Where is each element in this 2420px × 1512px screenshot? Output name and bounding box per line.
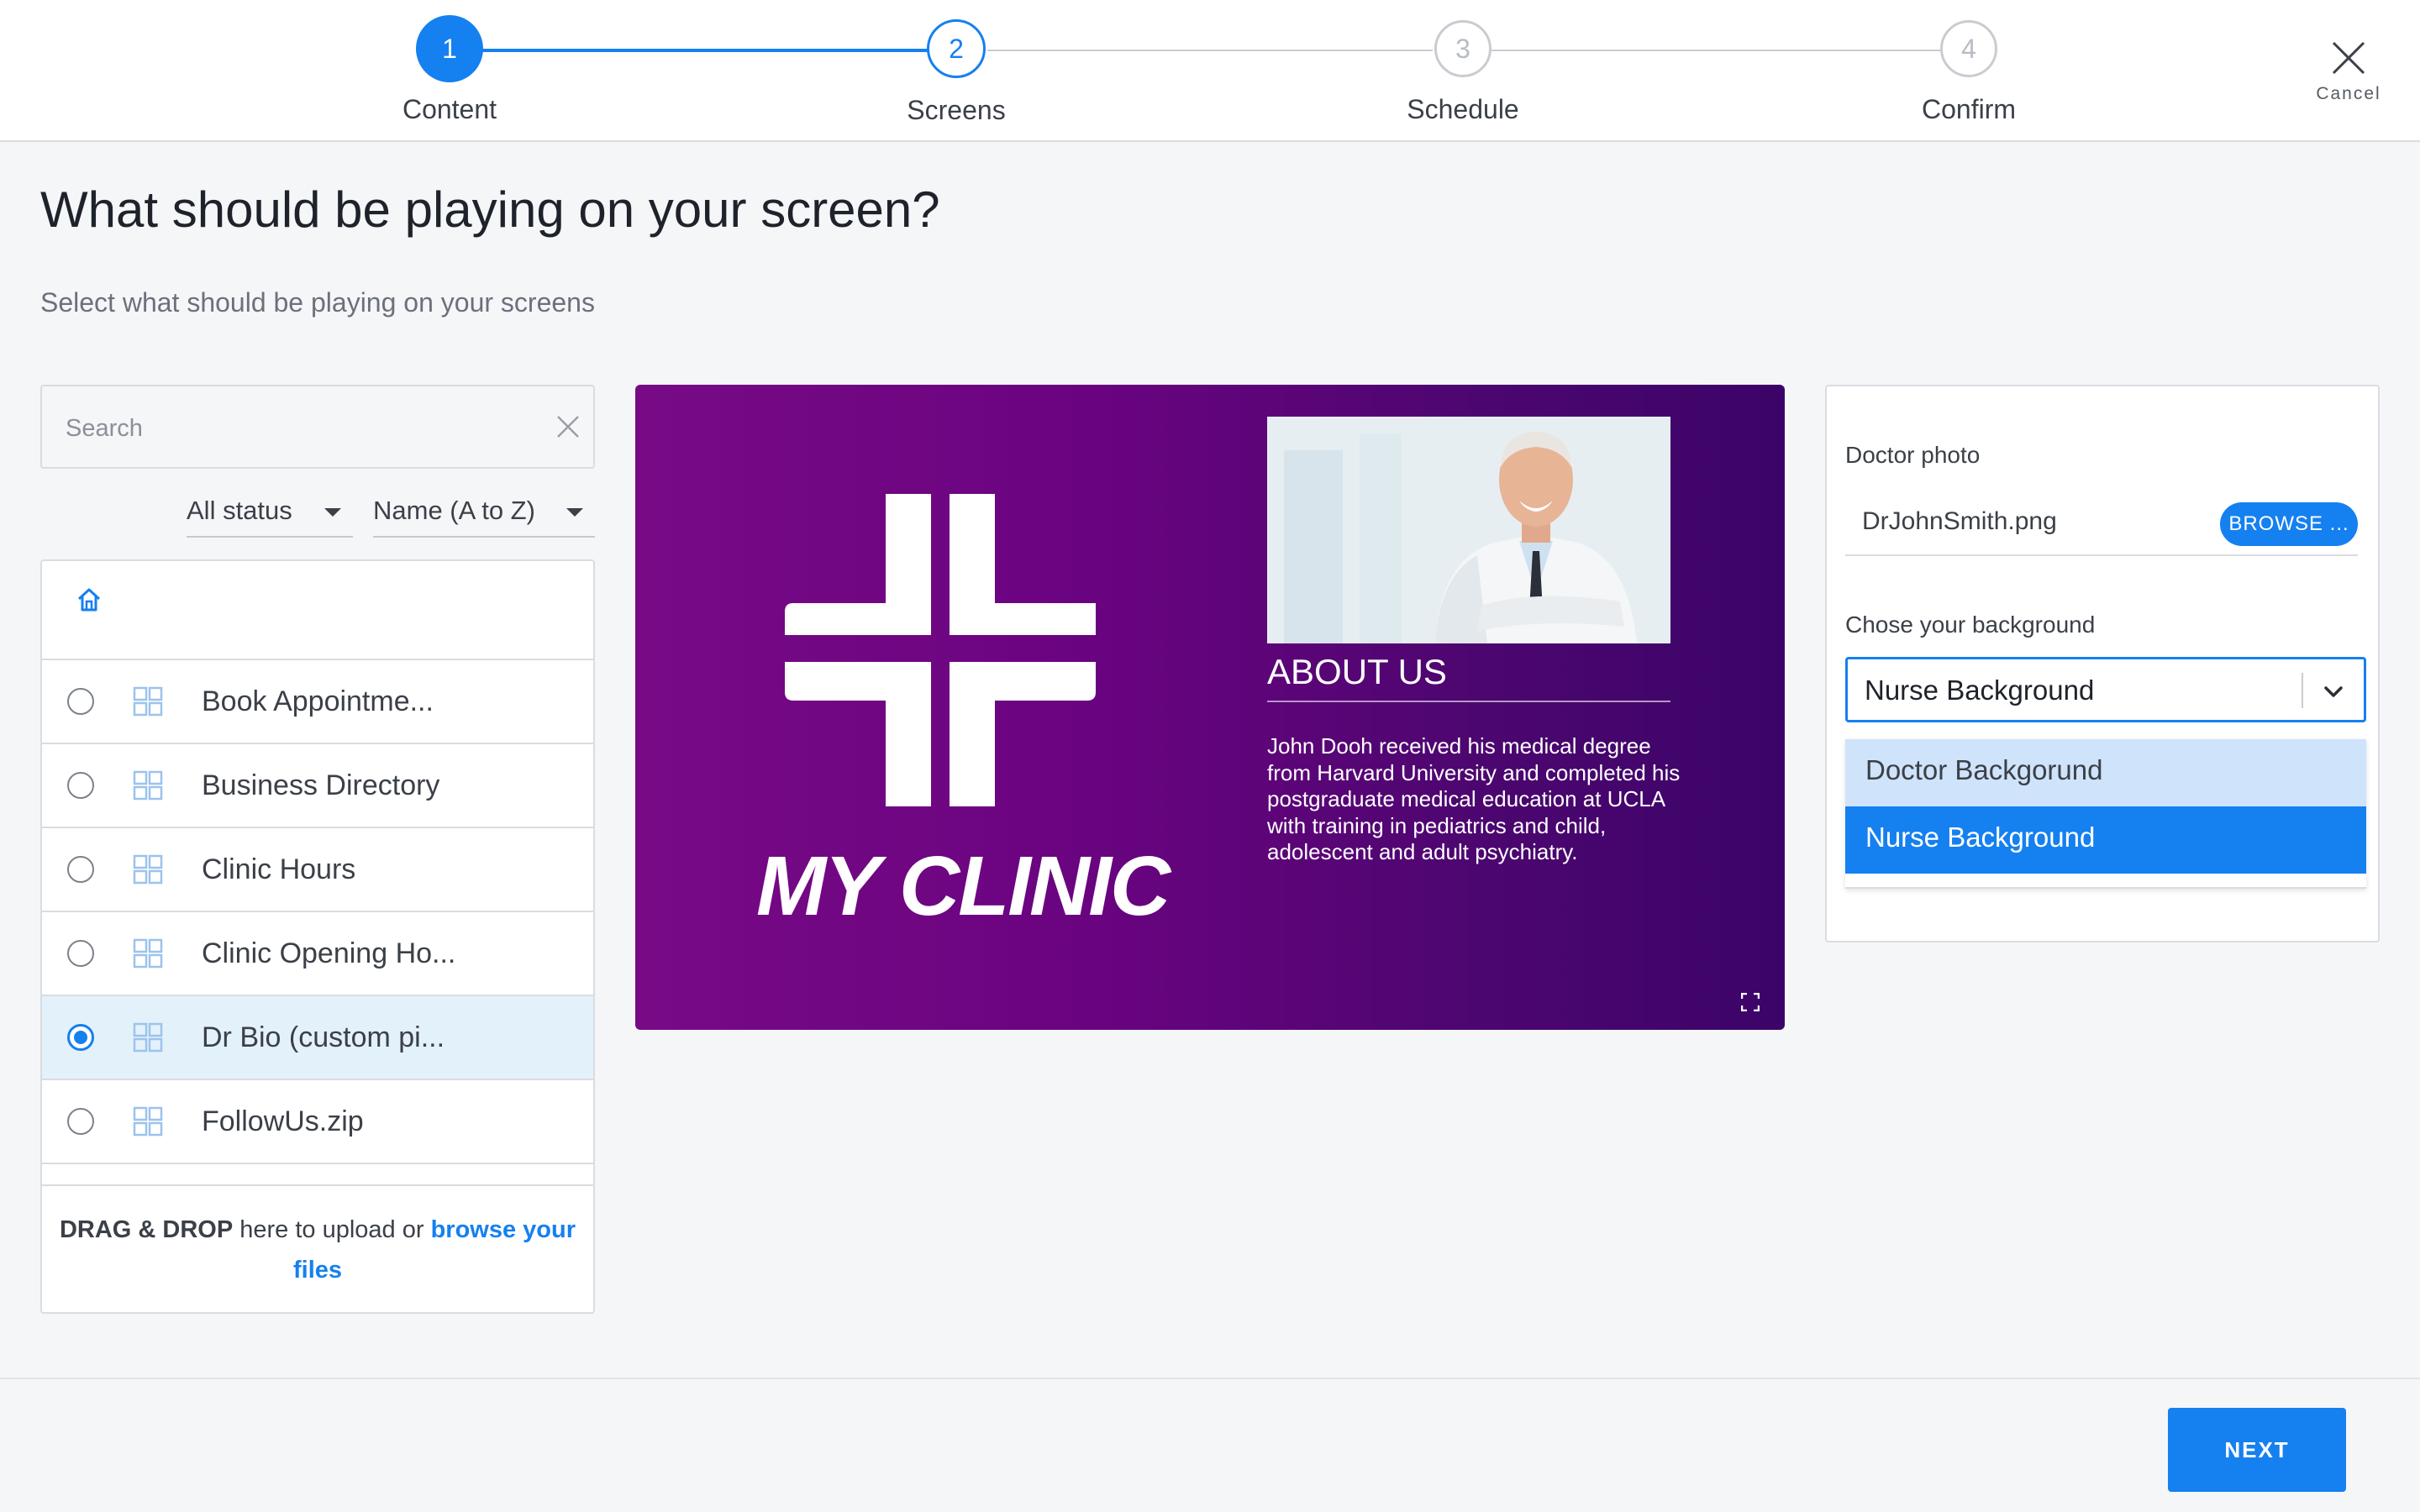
app-grid-icon bbox=[133, 1022, 163, 1053]
option-doctor-background[interactable]: Doctor Backgorund bbox=[1845, 739, 2366, 806]
background-select-value: Nurse Background bbox=[1865, 675, 2095, 706]
background-label: Chose your background bbox=[1845, 612, 2096, 638]
cancel-button[interactable]: Cancel bbox=[2307, 40, 2391, 104]
status-filter-value: All status bbox=[187, 496, 292, 525]
step-content[interactable]: 1 Content bbox=[349, 15, 550, 125]
select-divider bbox=[2302, 673, 2303, 708]
step-number: 2 bbox=[927, 19, 986, 78]
doctor-photo bbox=[1267, 417, 1670, 643]
option-nurse-background[interactable]: Nurse Background bbox=[1845, 806, 2366, 874]
radio-button[interactable] bbox=[67, 940, 94, 967]
search-input[interactable] bbox=[66, 405, 536, 452]
home-icon[interactable] bbox=[76, 586, 103, 613]
about-text: John Dooh received his medical degree fr… bbox=[1267, 733, 1681, 864]
page-title: What should be playing on your screen? bbox=[40, 181, 940, 238]
radio-button-checked[interactable] bbox=[67, 1024, 94, 1051]
app-grid-icon bbox=[133, 686, 163, 717]
wizard-footer: NEXT bbox=[0, 1378, 2420, 1512]
step-confirm[interactable]: 4 Confirm bbox=[1868, 15, 2070, 125]
fullscreen-icon[interactable] bbox=[1741, 993, 1760, 1011]
cancel-label: Cancel bbox=[2316, 84, 2381, 103]
list-item-label: Clinic Hours bbox=[202, 853, 356, 885]
page-subtitle: Select what should be playing on your sc… bbox=[40, 287, 595, 318]
chevron-down-icon bbox=[2324, 686, 2343, 697]
step-number: 4 bbox=[1940, 20, 1997, 77]
radio-button[interactable] bbox=[67, 772, 94, 799]
list-item-label: Clinic Opening Ho... bbox=[202, 937, 456, 969]
background-options-menu: Doctor Backgorund Nurse Background bbox=[1845, 739, 2366, 889]
step-label: Confirm bbox=[1921, 94, 2016, 124]
step-number: 3 bbox=[1434, 20, 1491, 77]
upload-bold-text: DRAG & DROP bbox=[59, 1216, 234, 1243]
step-label: Content bbox=[402, 94, 497, 124]
list-item-label: Book Appointme... bbox=[202, 685, 434, 717]
clear-search-icon[interactable] bbox=[556, 415, 580, 438]
content-preview: MY CLINIC ABOUT US John Dooh received hi… bbox=[635, 385, 1785, 1030]
radio-button[interactable] bbox=[67, 856, 94, 883]
upload-dropzone[interactable]: DRAG & DROP here to upload or browse you… bbox=[42, 1184, 593, 1312]
step-label: Screens bbox=[907, 95, 1006, 125]
step-label: Schedule bbox=[1407, 94, 1519, 124]
doctor-portrait-image bbox=[1267, 417, 1670, 643]
app-grid-icon bbox=[133, 1106, 163, 1137]
list-item-label: Business Directory bbox=[202, 769, 440, 801]
doctor-photo-label: Doctor photo bbox=[1845, 442, 1981, 468]
about-title: ABOUT US bbox=[1267, 652, 1670, 702]
upload-text: here to upload or bbox=[233, 1216, 431, 1243]
app-grid-icon bbox=[133, 854, 163, 885]
app-grid-icon bbox=[133, 938, 163, 969]
list-item[interactable]: Business Directory bbox=[42, 744, 593, 828]
radio-button[interactable] bbox=[67, 1108, 94, 1135]
next-button[interactable]: NEXT bbox=[2168, 1408, 2346, 1492]
content-list: Book Appointme... Business Directory Cli… bbox=[40, 559, 595, 1314]
doctor-photo-field: DrJohnSmith.png BROWSE ... bbox=[1845, 496, 2358, 556]
clinic-name: MY CLINIC bbox=[756, 839, 1171, 933]
status-filter-dropdown[interactable]: All status bbox=[187, 487, 353, 538]
doctor-photo-filename: DrJohnSmith.png bbox=[1862, 507, 2057, 535]
caret-down-icon bbox=[566, 508, 583, 517]
caret-down-icon bbox=[324, 508, 341, 517]
background-select[interactable]: Nurse Background bbox=[1845, 657, 2366, 722]
browse-button[interactable]: BROWSE ... bbox=[2220, 502, 2358, 546]
list-item[interactable]: FollowUs.zip bbox=[42, 1080, 593, 1164]
list-item[interactable]: Clinic Hours bbox=[42, 828, 593, 912]
search-box bbox=[40, 385, 595, 469]
breadcrumb-home-row bbox=[42, 561, 593, 660]
list-item[interactable]: Book Appointme... bbox=[42, 660, 593, 744]
close-icon bbox=[2332, 41, 2365, 75]
step-screens[interactable]: 2 Screens bbox=[855, 15, 1057, 126]
radio-button[interactable] bbox=[67, 688, 94, 715]
medical-cross-logo bbox=[785, 494, 1096, 806]
list-item-label: FollowUs.zip bbox=[202, 1105, 364, 1137]
list-item-label: Dr Bio (custom pi... bbox=[202, 1021, 445, 1053]
list-item[interactable]: Clinic Opening Ho... bbox=[42, 912, 593, 996]
step-number: 1 bbox=[416, 15, 483, 82]
sort-dropdown[interactable]: Name (A to Z) bbox=[373, 487, 595, 538]
step-schedule[interactable]: 3 Schedule bbox=[1362, 15, 1564, 125]
app-grid-icon bbox=[133, 770, 163, 801]
content-settings-panel: Doctor photo DrJohnSmith.png BROWSE ... … bbox=[1825, 385, 2380, 942]
sort-value: Name (A to Z) bbox=[373, 496, 535, 525]
list-item-selected[interactable]: Dr Bio (custom pi... bbox=[42, 996, 593, 1080]
wizard-header: 1 Content 2 Screens 3 Schedule 4 Confirm… bbox=[0, 0, 2420, 142]
